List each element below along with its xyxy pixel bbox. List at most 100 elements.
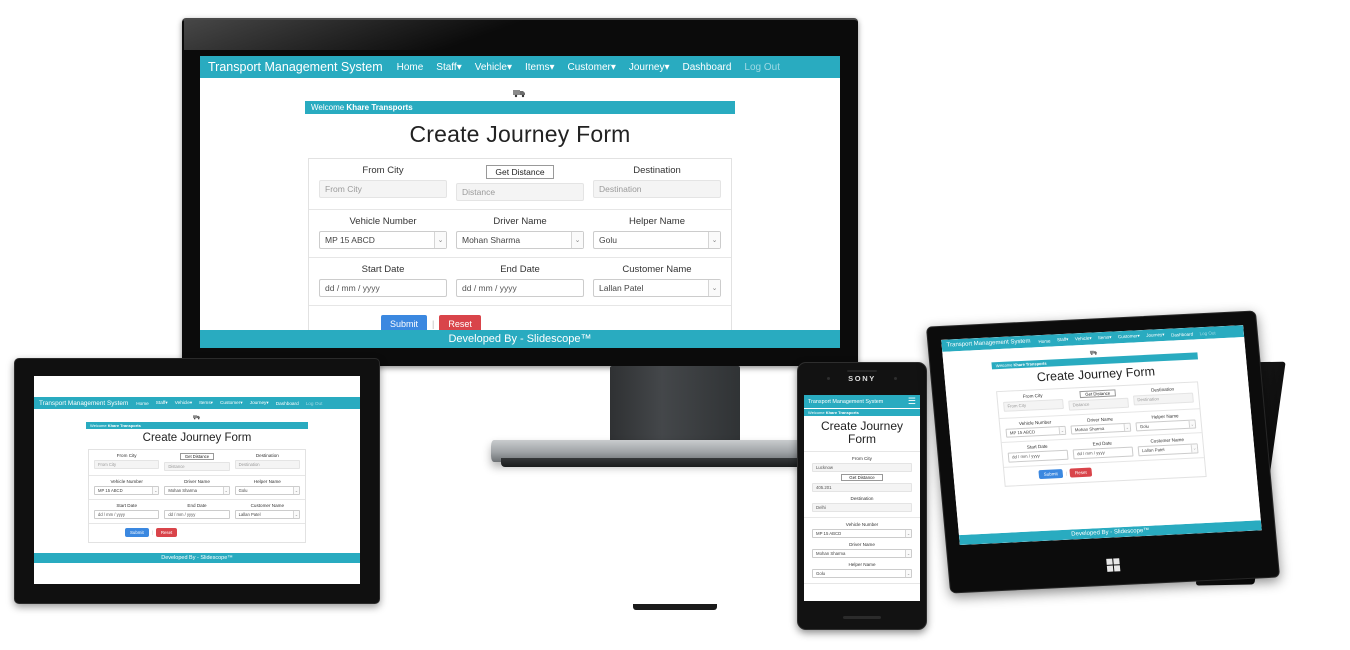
helper-name-select[interactable]: Golu ⌄ bbox=[1135, 418, 1197, 432]
phone-top-bezel: SONY bbox=[797, 362, 927, 395]
label-end-date: End Date bbox=[500, 264, 540, 275]
driver-name-value: Mohan Sharma bbox=[462, 235, 521, 245]
customer-name-select[interactable]: Lallan Patel ⌄ bbox=[234, 510, 300, 519]
phone-screen: Transport Management System ☰ Welcome Kh… bbox=[804, 395, 920, 601]
nav-item-journey[interactable]: Journey▾ bbox=[250, 400, 269, 406]
submit-button[interactable]: Submit bbox=[125, 528, 149, 537]
vehicle-number-value: MP 15 ABCD bbox=[325, 235, 375, 245]
nav-brand[interactable]: Transport Management System bbox=[39, 400, 128, 407]
end-date-input[interactable]: dd / mm / yyyy bbox=[164, 510, 230, 519]
nav-item-staff[interactable]: Staff▾ bbox=[436, 62, 461, 73]
vehicle-number-select[interactable]: MP 15 ABCD ⌄ bbox=[812, 529, 912, 538]
label-driver-name: Driver Name bbox=[493, 216, 547, 227]
nav-item-items[interactable]: Items▾ bbox=[199, 400, 213, 406]
nav-item-vehicle[interactable]: Vehicle▾ bbox=[175, 400, 192, 406]
app-page-laptop: Transport Management System Home Staff▾ … bbox=[34, 397, 360, 563]
nav-item-home[interactable]: Home bbox=[397, 62, 424, 73]
nav-item-dashboard[interactable]: Dashboard bbox=[1171, 331, 1193, 337]
start-date-input[interactable]: dd / mm / yyyy bbox=[94, 510, 160, 519]
reset-button[interactable]: Reset bbox=[439, 315, 481, 330]
end-date-input[interactable]: dd / mm / yyyy bbox=[1072, 446, 1134, 459]
windows-logo-icon[interactable] bbox=[1106, 558, 1121, 572]
welcome-company: Khare Transports bbox=[107, 423, 141, 428]
nav-item-staff[interactable]: Staff▾ bbox=[1057, 337, 1069, 344]
app-page-desktop: Transport Management System Home Staff▾ … bbox=[200, 56, 840, 348]
field-helper-name: Helper Name Golu ⌄ bbox=[593, 216, 721, 249]
button-separator: | bbox=[151, 530, 153, 535]
distance-input[interactable]: 405.201 bbox=[812, 483, 912, 492]
vehicle-number-select[interactable]: MP 15 ABCD ⌄ bbox=[1005, 425, 1067, 438]
customer-name-select[interactable]: Lallan Patel ⌄ bbox=[1137, 443, 1199, 456]
distance-input[interactable]: Distance bbox=[1068, 397, 1130, 411]
driver-name-select[interactable]: Mohan Sharma ⌄ bbox=[456, 231, 584, 249]
nav-item-customer[interactable]: Customer▾ bbox=[220, 400, 243, 406]
nav-item-dashboard[interactable]: Dashboard bbox=[682, 62, 731, 73]
get-distance-button[interactable]: Get Distance bbox=[486, 165, 554, 179]
submit-button[interactable]: Submit bbox=[381, 315, 428, 330]
distance-input[interactable]: Distance bbox=[164, 462, 230, 471]
start-date-input[interactable]: dd / mm / yyyy bbox=[319, 279, 447, 297]
field-from-city: From City From City bbox=[1002, 392, 1064, 413]
nav-item-staff[interactable]: Staff▾ bbox=[156, 400, 168, 406]
nav-item-items[interactable]: Items▾ bbox=[525, 62, 554, 73]
field-destination: Destination Destination bbox=[593, 165, 721, 201]
get-distance-button[interactable]: Get Distance bbox=[841, 474, 883, 481]
driver-name-select[interactable]: Mohan Sharma ⌄ bbox=[812, 549, 912, 558]
label-vehicle-number: Vehicle Number bbox=[845, 522, 879, 527]
distance-input[interactable]: Distance bbox=[456, 183, 584, 201]
nav-item-items[interactable]: Items▾ bbox=[1098, 335, 1112, 342]
vehicle-number-select[interactable]: MP 15 ABCD ⌄ bbox=[94, 486, 160, 495]
vehicle-number-value: MP 15 ABCD bbox=[816, 531, 842, 536]
nav-item-customer[interactable]: Customer▾ bbox=[567, 62, 615, 73]
form-row-route: From City From City Get Distance Distanc… bbox=[89, 450, 305, 476]
nav-item-dashboard[interactable]: Dashboard bbox=[276, 401, 299, 406]
get-distance-button[interactable]: Get Distance bbox=[1079, 389, 1117, 399]
start-date-input[interactable]: dd / mm / yyyy bbox=[1007, 449, 1069, 463]
nav-item-home[interactable]: Home bbox=[136, 401, 149, 406]
end-date-input[interactable]: dd / mm / yyyy bbox=[456, 279, 584, 297]
nav-links: Home Staff▾ Vehicle▾ Items▾ Customer▾ Jo… bbox=[136, 400, 322, 406]
desktop-screen: Transport Management System Home Staff▾ … bbox=[200, 56, 840, 348]
driver-name-select[interactable]: Mohan Sharma ⌄ bbox=[164, 486, 230, 495]
driver-name-value: Mohan Sharma bbox=[816, 551, 846, 556]
nav-item-customer[interactable]: Customer▾ bbox=[1118, 333, 1140, 340]
reset-button[interactable]: Reset bbox=[1069, 467, 1093, 478]
helper-name-select[interactable]: Golu ⌄ bbox=[593, 231, 721, 249]
destination-input[interactable]: Destination bbox=[234, 460, 300, 469]
nav-item-logout[interactable]: Log Out bbox=[744, 62, 780, 73]
nav-item-journey[interactable]: Journey▾ bbox=[1146, 332, 1165, 339]
nav-item-vehicle[interactable]: Vehicle▾ bbox=[475, 62, 512, 73]
nav-brand[interactable]: Transport Management System bbox=[208, 60, 383, 74]
destination-input[interactable]: Delhi bbox=[812, 503, 912, 512]
chevron-down-icon: ⌄ bbox=[292, 511, 299, 518]
nav-links: Home Staff▾ Vehicle▾ Items▾ Customer▾ Jo… bbox=[397, 62, 780, 73]
get-distance-button[interactable]: Get Distance bbox=[179, 453, 214, 460]
submit-button[interactable]: Submit bbox=[1038, 468, 1064, 479]
driver-name-select[interactable]: Mohan Sharma ⌄ bbox=[1070, 422, 1132, 435]
from-city-input[interactable]: From City bbox=[1003, 398, 1064, 412]
destination-input[interactable]: Destination bbox=[593, 180, 721, 198]
customer-name-select[interactable]: Lallan Patel ⌄ bbox=[593, 279, 721, 297]
hamburger-menu-icon[interactable]: ☰ bbox=[908, 396, 916, 407]
vehicle-number-select[interactable]: MP 15 ABCD ⌄ bbox=[319, 231, 447, 249]
reset-button[interactable]: Reset bbox=[155, 528, 178, 537]
nav-item-journey[interactable]: Journey▾ bbox=[629, 62, 670, 73]
helper-name-select[interactable]: Golu ⌄ bbox=[812, 569, 912, 578]
helper-name-select[interactable]: Golu ⌄ bbox=[234, 486, 300, 495]
nav-item-logout[interactable]: Log Out bbox=[1199, 330, 1215, 336]
journey-form-panel: From City Lucknow Get Distance 405.201 D… bbox=[804, 451, 920, 584]
label-vehicle-number: Vehicle Number bbox=[1018, 419, 1052, 426]
welcome-prefix: Welcome bbox=[808, 410, 826, 415]
nav-item-vehicle[interactable]: Vehicle▾ bbox=[1075, 336, 1092, 343]
nav-item-home[interactable]: Home bbox=[1038, 338, 1050, 344]
customer-name-value: Lallan Patel bbox=[1141, 447, 1165, 454]
phone-bottom-speaker bbox=[843, 616, 881, 619]
from-city-input[interactable]: From City bbox=[94, 460, 160, 469]
from-city-input[interactable]: From City bbox=[319, 180, 447, 198]
destination-input[interactable]: Destination bbox=[1133, 392, 1194, 405]
nav-item-logout[interactable]: Log Out bbox=[306, 401, 323, 406]
nav-brand[interactable]: Transport Management System bbox=[808, 399, 883, 405]
from-city-input[interactable]: Lucknow bbox=[812, 463, 912, 472]
form-row-vehicle: Vehicle Number MP 15 ABCD ⌄ Driver Name M… bbox=[89, 476, 305, 500]
laptop-device: Transport Management System Home Staff▾ … bbox=[14, 358, 380, 604]
